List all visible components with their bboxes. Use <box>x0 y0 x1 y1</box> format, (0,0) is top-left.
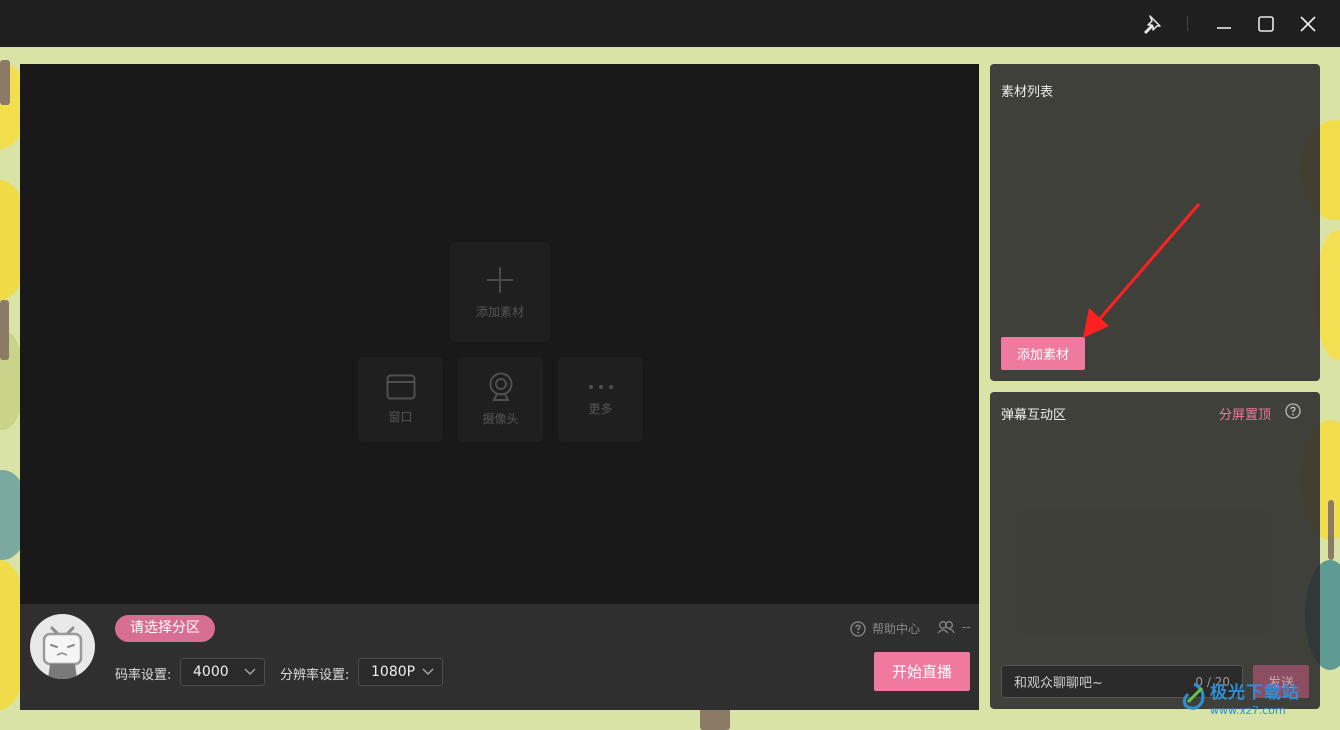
plus-icon <box>487 266 513 293</box>
bitrate-value: 4000 <box>193 664 229 680</box>
avatar[interactable] <box>30 614 95 679</box>
watermark: 极光下载站 www.xz7.com <box>1180 680 1330 720</box>
add-material-tile[interactable]: 添加素材 <box>450 242 550 342</box>
titlebar-divider <box>1187 16 1188 31</box>
preview-canvas[interactable]: 添加素材 窗口 摄像头 更多 <box>20 64 979 604</box>
watermark-text: 极光下载站 <box>1210 683 1300 703</box>
window-icon <box>386 374 415 400</box>
chevron-down-icon <box>422 668 434 675</box>
close-icon[interactable] <box>1293 9 1323 39</box>
bitrate-select[interactable]: 4000 <box>180 658 265 686</box>
resolution-select[interactable]: 1080P <box>358 658 443 686</box>
users-icon <box>937 621 955 634</box>
viewer-count: -- <box>937 620 971 634</box>
help-icon <box>850 620 866 637</box>
watermark-url: www.xz7.com <box>1210 704 1286 717</box>
control-bar: 请选择分区 码率设置: 4000 分辨率设置: 1080P 帮助中心 -- 开始… <box>20 604 979 710</box>
maximize-icon[interactable] <box>1251 9 1281 39</box>
chat-panel-title: 弹幕互动区 <box>1001 408 1067 423</box>
chevron-down-icon <box>244 668 256 675</box>
source-tile-window[interactable]: 窗口 <box>358 357 443 442</box>
start-live-button[interactable]: 开始直播 <box>874 652 970 691</box>
resolution-value: 1080P <box>371 664 416 680</box>
watermark-logo-icon <box>1182 682 1205 710</box>
source-tile-more[interactable]: 更多 <box>558 357 643 442</box>
minimize-icon[interactable] <box>1209 9 1239 39</box>
resolution-label: 分辨率设置: <box>280 668 350 683</box>
help-center-link[interactable]: 帮助中心 <box>850 620 920 637</box>
help-center-label: 帮助中心 <box>872 622 921 636</box>
source-label-more: 更多 <box>588 402 613 416</box>
title-bar <box>0 0 1340 47</box>
chat-input-placeholder: 和观众聊聊吧~ <box>1014 676 1103 691</box>
chat-panel: 弹幕互动区 分屏置顶 和观众聊聊吧~ 0 / 20 发送 <box>990 392 1320 709</box>
pin-icon[interactable] <box>1137 9 1167 39</box>
more-icon <box>588 385 613 389</box>
source-label-window: 窗口 <box>388 410 413 424</box>
camera-icon <box>489 372 512 401</box>
add-material-label: 添加素材 <box>475 304 524 319</box>
source-tile-camera[interactable]: 摄像头 <box>458 357 543 442</box>
help-icon[interactable] <box>1285 403 1301 423</box>
bitrate-label: 码率设置: <box>115 668 172 683</box>
source-label-camera: 摄像头 <box>482 412 519 426</box>
select-category-button[interactable]: 请选择分区 <box>115 615 215 642</box>
material-list-title: 素材列表 <box>1001 85 1054 100</box>
add-material-button[interactable]: 添加素材 <box>1001 337 1085 370</box>
viewer-count-value: -- <box>962 620 971 634</box>
annotation-arrow <box>1083 203 1201 338</box>
split-screen-top-link[interactable]: 分屏置顶 <box>1219 404 1271 423</box>
